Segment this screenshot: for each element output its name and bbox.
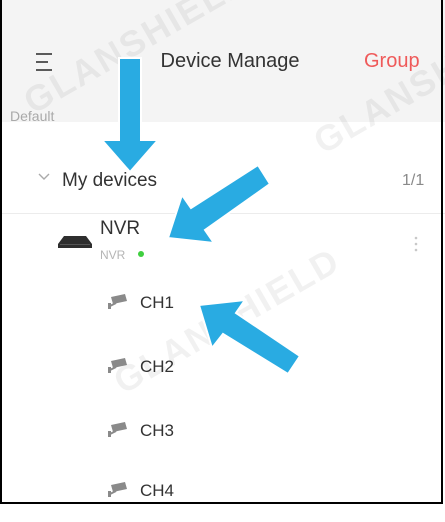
screenshot-frame xyxy=(0,0,443,504)
